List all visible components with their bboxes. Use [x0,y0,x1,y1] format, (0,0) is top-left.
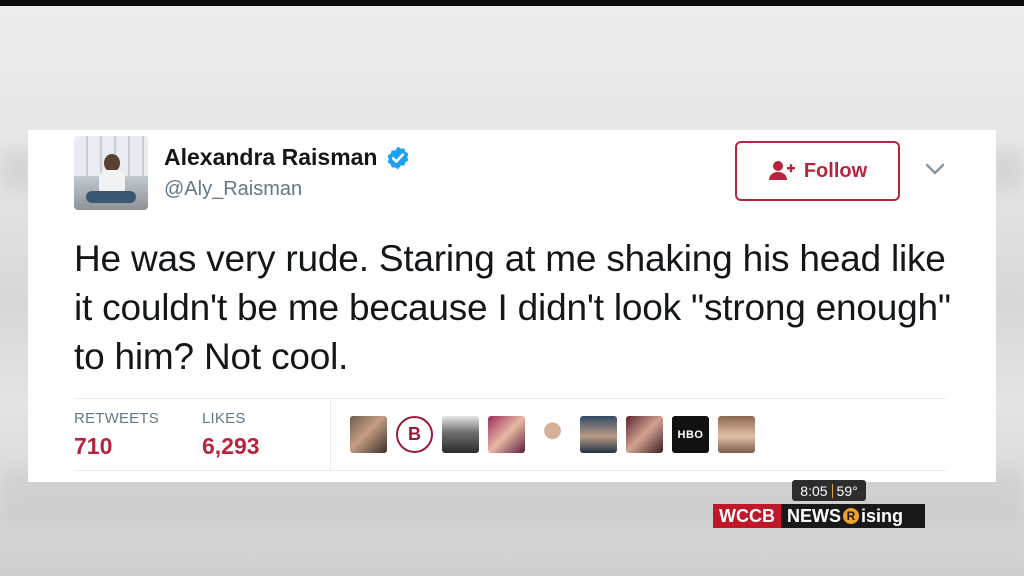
logo-rising: ising [861,506,904,526]
station-logo: WCCB NEWS Rising [713,504,925,528]
author-avatar[interactable] [74,136,148,210]
liker-avatar-6[interactable] [580,416,617,453]
author-handle[interactable]: @Aly_Raisman [164,178,302,201]
likes-count: 6,293 [202,433,260,459]
retweets-stat[interactable]: RETWEETS 710 [74,410,159,460]
stats-separator [330,399,331,470]
liker-avatar-b-logo[interactable]: B [396,416,433,453]
liker-avatar-7[interactable] [626,416,663,453]
retweets-count: 710 [74,433,113,459]
author-name[interactable]: Alexandra Raisman [164,144,377,171]
rising-r-icon: R [843,508,859,524]
liker-avatar-3[interactable] [442,416,479,453]
liker-avatar-hbo-logo[interactable]: HBO [672,416,709,453]
broadcast-temperature: 59° [836,482,858,499]
follow-button-label: Follow [803,159,868,182]
liker-avatars: B HBO [350,416,755,453]
verified-badge-icon [388,146,409,169]
tweet-text: He was very rude. Staring at me shaking … [74,238,951,377]
likes-stat[interactable]: LIKES 6,293 [202,410,260,460]
liker-avatar-5[interactable] [534,416,571,453]
liker-avatar-9[interactable] [718,416,755,453]
tweet-card: Alexandra Raisman @Aly_Raisman Follow He… [28,130,996,482]
chevron-down-icon[interactable] [924,162,946,176]
logo-show: NEWS Rising [781,504,925,528]
broadcast-time: 8:05 [800,482,828,499]
retweets-label: RETWEETS [74,410,159,427]
likes-label: LIKES [202,410,246,427]
logo-channel: WCCB [713,504,781,528]
liker-avatar-4[interactable] [488,416,525,453]
divider [74,398,946,399]
author-name-row: Alexandra Raisman [164,144,411,171]
divider [74,470,946,471]
liker-avatar-1[interactable] [350,416,387,453]
add-user-icon [768,161,795,180]
logo-news: NEWS [787,506,841,526]
time-temperature-badge: 8:05 59° [792,480,866,501]
follow-button[interactable]: Follow [735,141,900,201]
